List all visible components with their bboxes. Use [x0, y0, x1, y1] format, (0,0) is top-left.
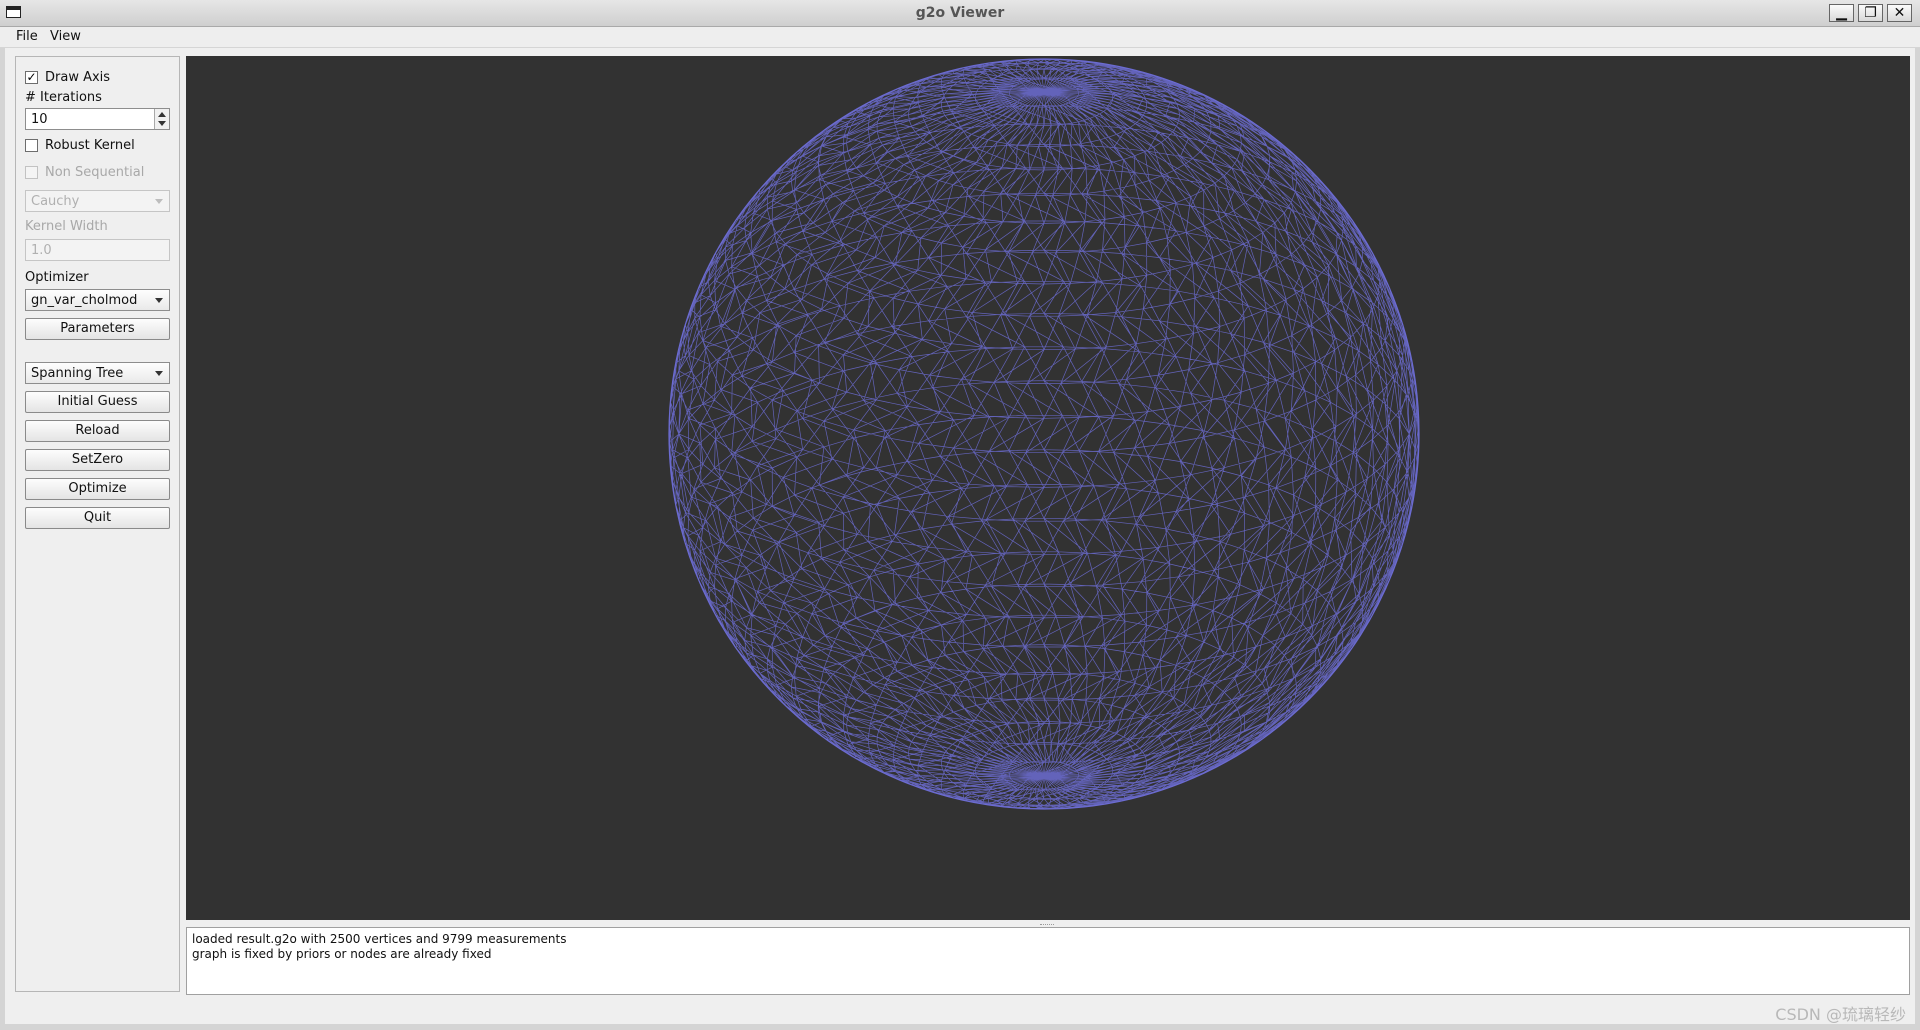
iterations-value: 10	[31, 112, 48, 127]
kernel-type-select[interactable]: Cauchy	[25, 190, 170, 212]
initial-guess-type-value: Spanning Tree	[31, 366, 124, 381]
initial-guess-button[interactable]: Initial Guess	[25, 391, 170, 413]
robust-kernel-check-icon	[25, 139, 38, 152]
mesh-path	[669, 59, 1419, 809]
initial-guess-type-select[interactable]: Spanning Tree	[25, 362, 170, 384]
chevron-down-icon	[155, 298, 163, 303]
kernel-width-field[interactable]: 1.0	[25, 239, 170, 261]
watermark: CSDN @琉璃轻纱	[1775, 1005, 1906, 1024]
iterations-spinbox[interactable]: 10	[25, 108, 170, 130]
set-zero-button[interactable]: SetZero	[25, 449, 170, 471]
kernel-width-value: 1.0	[31, 243, 52, 258]
chevron-down-icon	[155, 199, 163, 204]
menu-bar: File View	[0, 27, 1920, 48]
kernel-type-value: Cauchy	[31, 194, 80, 209]
window-title: g2o Viewer	[915, 5, 1005, 21]
graph-viewport[interactable]	[186, 56, 1910, 920]
maximize-button[interactable]: ❐	[1858, 4, 1883, 22]
log-output[interactable]: loaded result.g2o with 2500 vertices and…	[186, 927, 1910, 995]
non-sequential-checkbox[interactable]: Non Sequential	[25, 165, 144, 180]
sphere-wireframe	[668, 58, 1420, 810]
close-button[interactable]: ✕	[1887, 4, 1912, 22]
title-bar: g2o Viewer ▁ ❐ ✕	[0, 0, 1920, 27]
draw-axis-checkbox[interactable]: ✓ Draw Axis	[25, 70, 110, 85]
menu-file[interactable]: File	[16, 29, 38, 44]
iterations-label: # Iterations	[25, 90, 102, 105]
control-panel: ✓ Draw Axis # Iterations 10 Robust Kerne…	[15, 56, 180, 992]
sphere-outline	[668, 58, 1420, 810]
iterations-stepper[interactable]	[154, 109, 169, 129]
quit-button[interactable]: Quit	[25, 507, 170, 529]
close-icon: ✕	[1893, 5, 1906, 21]
robust-kernel-checkbox[interactable]: Robust Kernel	[25, 138, 135, 153]
non-sequential-check-icon	[25, 166, 38, 179]
maximize-icon: ❐	[1864, 5, 1877, 21]
parameters-button[interactable]: Parameters	[25, 318, 170, 340]
chevron-down-icon	[155, 371, 163, 376]
minimize-button[interactable]: ▁	[1829, 4, 1854, 22]
menu-view[interactable]: View	[50, 29, 81, 44]
robust-kernel-label: Robust Kernel	[45, 138, 135, 153]
optimizer-value: gn_var_cholmod	[31, 293, 138, 308]
draw-axis-label: Draw Axis	[45, 70, 111, 85]
main-area: ✓ Draw Axis # Iterations 10 Robust Kerne…	[5, 48, 1915, 1024]
optimizer-label: Optimizer	[25, 270, 89, 285]
arrow-up-icon[interactable]	[158, 112, 166, 117]
arrow-down-icon[interactable]	[158, 121, 166, 126]
kernel-width-label: Kernel Width	[25, 219, 108, 234]
reload-button[interactable]: Reload	[25, 420, 170, 442]
mesh-edges	[669, 59, 1419, 809]
optimizer-select[interactable]: gn_var_cholmod	[25, 289, 170, 311]
minimize-icon: ▁	[1836, 5, 1847, 21]
draw-axis-check-icon: ✓	[25, 70, 38, 84]
optimize-button[interactable]: Optimize	[25, 478, 170, 500]
non-sequential-label: Non Sequential	[45, 165, 145, 180]
log-line: graph is fixed by priors or nodes are al…	[192, 947, 492, 961]
log-line: loaded result.g2o with 2500 vertices and…	[192, 932, 567, 946]
